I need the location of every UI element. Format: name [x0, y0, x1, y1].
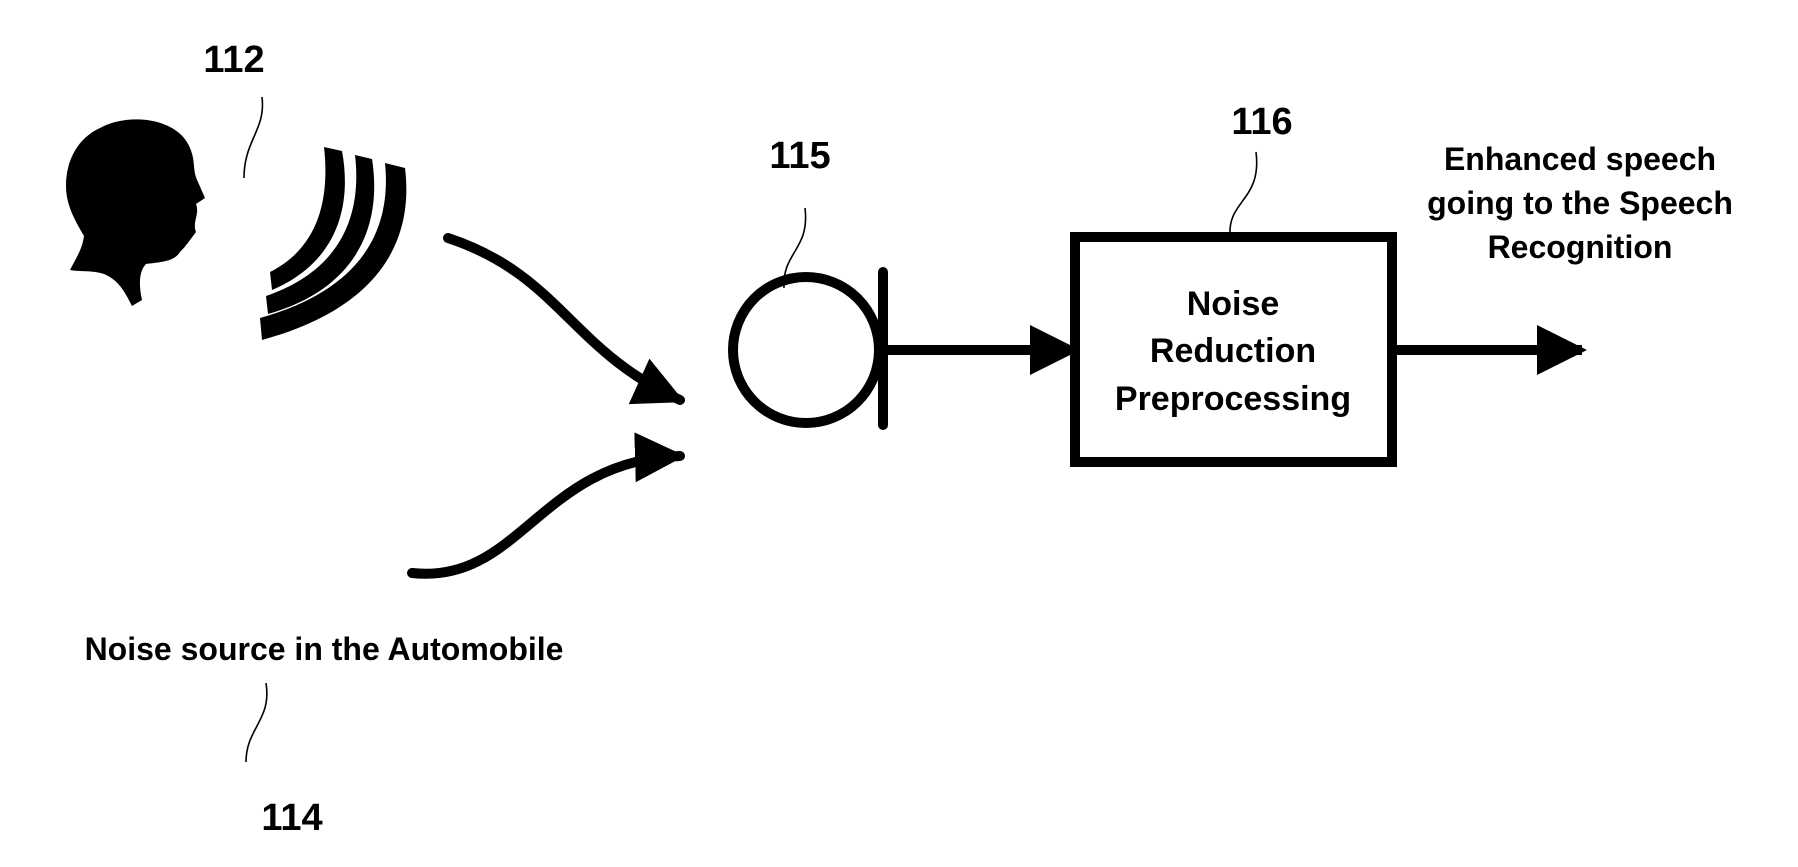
microphone-icon [728, 267, 888, 430]
ref-115-label: 115 [769, 135, 830, 177]
ref-116-label: 116 [1231, 101, 1292, 143]
ref-114-leader [245, 682, 268, 763]
noise-arrow [407, 432, 685, 579]
sound-waves-icon [260, 147, 407, 340]
speech-arrow [443, 233, 685, 405]
block-line-2: Reduction [1150, 332, 1316, 370]
ref-112-leader [243, 96, 264, 179]
speaker-head-icon [66, 119, 205, 307]
output-line-1: Enhanced speech [1444, 141, 1716, 177]
output-line-3: Recognition [1488, 229, 1673, 265]
noise-source-label: Noise source in the Automobile [85, 631, 564, 667]
output-line-2: going to the Speech [1427, 185, 1733, 221]
ref-116-leader [1229, 151, 1258, 236]
ref-112-label: 112 [203, 39, 264, 81]
block-line-1: Noise [1187, 285, 1280, 323]
diagram-canvas: 112 115 Noise Reduction Preprocessing 11… [66, 39, 1733, 839]
block-line-3: Preprocessing [1115, 380, 1351, 418]
ref-114-label: 114 [261, 797, 322, 839]
